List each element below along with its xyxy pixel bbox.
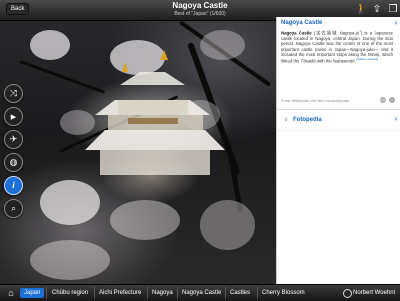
search-button[interactable]: ⌕ bbox=[4, 199, 23, 218]
bookmark-icon[interactable]: ❒ bbox=[387, 4, 399, 16]
play-button[interactable]: ▶ bbox=[4, 107, 23, 126]
divider bbox=[277, 130, 400, 131]
breadcrumb-item-castles[interactable]: Castles bbox=[226, 288, 254, 298]
walker-icon: ✈ bbox=[9, 134, 18, 144]
divider bbox=[277, 109, 400, 110]
castle-wall bbox=[118, 100, 188, 115]
breadcrumb-item-cherry-blossom[interactable]: Cherry Blossom bbox=[258, 288, 309, 298]
play-icon: ▶ bbox=[10, 114, 17, 121]
chevron-right-icon[interactable]: › bbox=[395, 20, 397, 27]
user-icon bbox=[343, 289, 352, 298]
breadcrumb: ⌂ Japan Chūbu region Aichi Prefecture Na… bbox=[0, 284, 400, 301]
castle-finial bbox=[122, 62, 128, 72]
home-icon[interactable]: ⌂ bbox=[6, 288, 16, 298]
chevron-right-icon[interactable]: › bbox=[395, 116, 397, 123]
fotopedia-link[interactable]: Fotopedia bbox=[293, 117, 322, 123]
breadcrumb-item-nagoya[interactable]: Nagoya bbox=[148, 288, 177, 298]
walk-icon[interactable]: 🚶 bbox=[355, 4, 367, 16]
info-panel: Nagoya Castle › Nagoya Castle (名古屋城 Nago… bbox=[276, 17, 400, 284]
globe-icon: ◍ bbox=[9, 157, 18, 167]
expand-icon[interactable]: › bbox=[389, 97, 395, 103]
explore-button[interactable]: ✈ bbox=[4, 130, 23, 149]
info-button[interactable]: i bbox=[4, 176, 23, 195]
castle-wall bbox=[100, 150, 210, 175]
shuffle-icon: ⤨ bbox=[9, 88, 18, 98]
breadcrumb-item-japan[interactable]: Japan bbox=[20, 288, 45, 298]
castle-roof bbox=[120, 72, 185, 85]
wiki-title[interactable]: Nagoya Castle bbox=[281, 20, 322, 26]
castle-finial bbox=[160, 50, 168, 60]
photo-author[interactable]: Norbert Woehnl bbox=[353, 288, 395, 298]
wiki-term: Nagoya Castle bbox=[281, 30, 312, 36]
globe-button[interactable]: ◍ bbox=[4, 153, 23, 172]
share-icon[interactable]: ⇪ bbox=[371, 4, 383, 16]
breadcrumb-item-aichi[interactable]: Aichi Prefecture bbox=[95, 288, 145, 298]
page-title: Nagoya Castle bbox=[172, 1, 228, 10]
fotopedia-icon: ♀ bbox=[283, 115, 289, 124]
info-icon: i bbox=[12, 180, 15, 190]
wiki-source: From Wikipedia, the free encyclopedia bbox=[281, 98, 350, 103]
wiki-native: (名古屋城 Nagoya-jō bbox=[313, 30, 360, 36]
breadcrumb-item-nagoya-castle[interactable]: Nagoya Castle bbox=[178, 288, 225, 298]
shuffle-button[interactable]: ⤨ bbox=[4, 84, 23, 103]
breadcrumb-item-chubu[interactable]: Chūbu region bbox=[48, 288, 92, 298]
castle-roof bbox=[85, 130, 225, 150]
wiki-summary: Nagoya Castle (名古屋城 Nagoya-jō?) is a Jap… bbox=[281, 29, 393, 64]
magnifier-icon: ⌕ bbox=[10, 203, 17, 213]
wikipedia-icon[interactable]: W bbox=[380, 97, 386, 103]
castle-window bbox=[128, 118, 178, 124]
citation-needed[interactable]: [citation needed] bbox=[356, 57, 378, 61]
